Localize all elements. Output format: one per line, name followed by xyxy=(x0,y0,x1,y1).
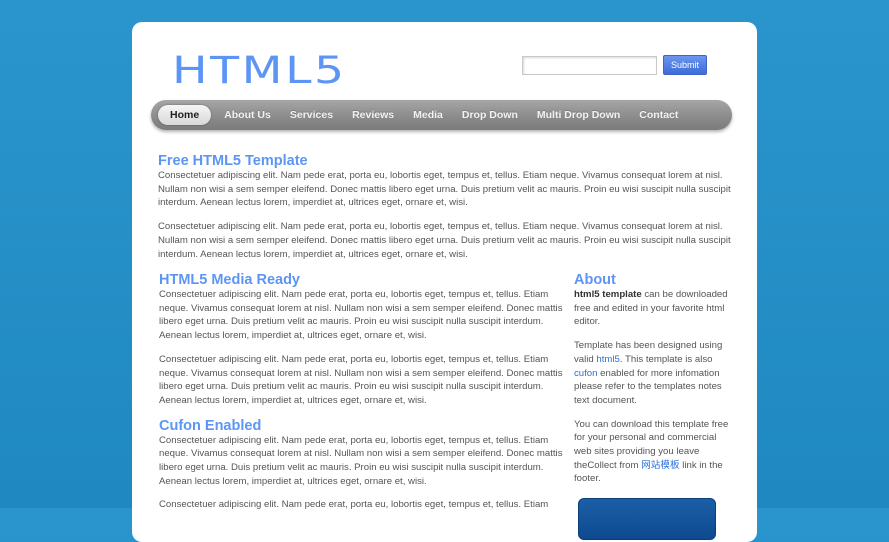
menu-item-multi-drop-down[interactable]: Multi Drop Down xyxy=(528,105,629,125)
section-paragraph: Consectetuer adipiscing elit. Nam pede e… xyxy=(159,353,563,406)
content-column: HTML5 Media Ready Consectetuer adipiscin… xyxy=(159,272,563,522)
section-paragraph: Consectetuer adipiscing elit. Nam pede e… xyxy=(159,499,549,511)
section-paragraph: Consectetuer adipiscing elit. Nam pede e… xyxy=(159,289,563,342)
menu-item-drop-down[interactable]: Drop Down xyxy=(453,105,527,125)
search-form: Submit xyxy=(522,55,707,75)
section-title-cufon-enabled: Cufon Enabled xyxy=(159,417,262,434)
sidebar-banner-image[interactable] xyxy=(578,498,716,540)
template-site-link[interactable]: 网站模板 xyxy=(641,460,679,471)
sidebar-title: About xyxy=(574,272,616,288)
menu-item-contact[interactable]: Contact xyxy=(630,105,687,125)
menu-item-home[interactable]: Home xyxy=(158,105,212,125)
menu-item-media[interactable]: Media xyxy=(404,105,452,125)
menu-item-services[interactable]: Services xyxy=(281,105,342,125)
intro-section: Free HTML5 Template Consectetuer adipisc… xyxy=(158,153,748,271)
section-title-media-ready: HTML5 Media Ready xyxy=(159,272,300,288)
intro-paragraph: Consectetuer adipiscing elit. Nam pede e… xyxy=(158,221,731,260)
menu-item-about-us[interactable]: About Us xyxy=(215,105,280,125)
sidebar-paragraph: You can download this template free for … xyxy=(574,418,736,487)
section-paragraph: Consectetuer adipiscing elit. Nam pede e… xyxy=(159,434,563,487)
search-input[interactable] xyxy=(522,55,657,75)
search-submit-button[interactable]: Submit xyxy=(663,55,707,75)
site-logo[interactable]: HTML5 xyxy=(172,52,347,89)
cufon-link[interactable]: cufon xyxy=(574,368,597,379)
intro-title: Free HTML5 Template xyxy=(158,153,308,169)
sidebar-text: . This template is also xyxy=(619,353,713,365)
sidebar-paragraph: html5 template can be downloaded free an… xyxy=(574,288,736,329)
sidebar-bold-text: html5 template xyxy=(574,289,642,300)
page-container: HTML5 Submit Home About Us Services Revi… xyxy=(132,22,757,542)
html5-link[interactable]: html5 xyxy=(596,354,619,365)
sidebar-text: enabled for more infomation please refer… xyxy=(574,367,722,406)
sidebar-paragraph: Template has been designed using valid h… xyxy=(574,339,736,408)
intro-paragraph: Consectetuer adipiscing elit. Nam pede e… xyxy=(158,170,731,209)
sidebar: About html5 template can be downloaded f… xyxy=(574,272,736,496)
main-menu: Home About Us Services Reviews Media Dro… xyxy=(151,100,732,130)
menu-item-reviews[interactable]: Reviews xyxy=(343,105,403,125)
